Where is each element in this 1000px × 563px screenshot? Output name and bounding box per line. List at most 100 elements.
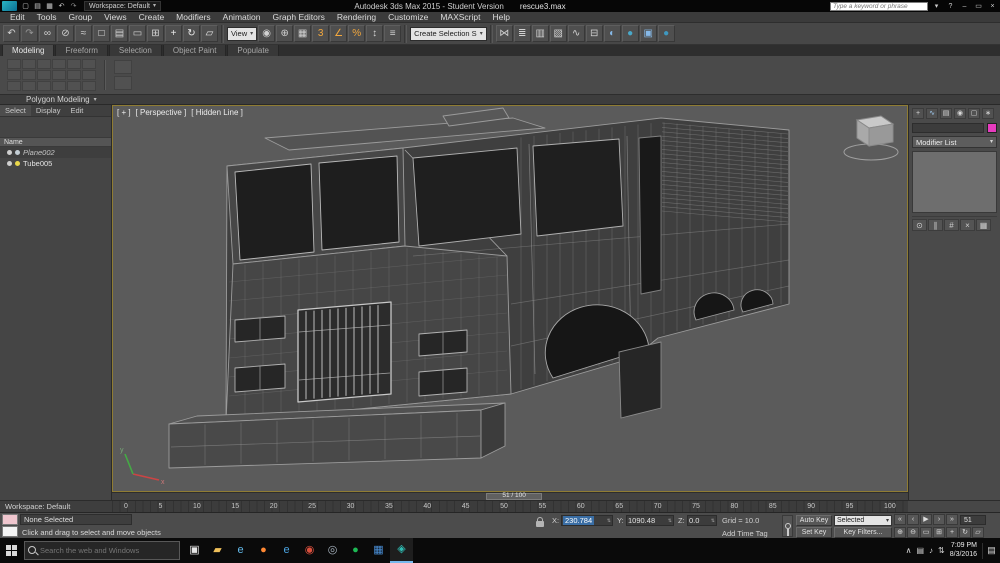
3ds-max-taskbar-icon[interactable]: ◈ — [390, 538, 413, 563]
object-color-swatch[interactable] — [987, 123, 997, 133]
bind-to-space-warp-icon[interactable]: ≈ — [75, 25, 92, 42]
configure-modifier-sets-button[interactable]: ▦ — [976, 219, 991, 231]
visibility-icon[interactable] — [7, 161, 12, 166]
menu-item[interactable]: Tools — [31, 12, 63, 22]
perspective-viewport[interactable]: x y [ + ] [ Perspective ] [ Hidden Line … — [112, 105, 908, 492]
minimize-icon[interactable]: – — [959, 1, 970, 11]
material-editor-icon[interactable]: ◐ — [604, 25, 621, 42]
menu-item[interactable]: Rendering — [331, 12, 382, 22]
next-frame-button[interactable]: › — [933, 514, 945, 525]
schematic-view-icon[interactable]: ⊟ — [586, 25, 603, 42]
viewport-general-menu[interactable]: [ + ] — [117, 108, 131, 117]
redo-icon[interactable]: ↷ — [21, 25, 38, 42]
render-production-icon[interactable]: ● — [658, 25, 675, 42]
zoom-region-button[interactable]: ⊞ — [933, 527, 945, 538]
z-coordinate-field[interactable]: 0.0 ⇅ — [687, 515, 717, 526]
modify-tab-icon[interactable]: ∿ — [926, 108, 938, 119]
edit-named-selection-sets-icon[interactable]: ≡ — [384, 25, 401, 42]
percent-snap-icon[interactable]: % — [348, 25, 365, 42]
align-icon[interactable]: ≣ — [514, 25, 531, 42]
file-explorer-icon[interactable]: ▰ — [206, 538, 229, 563]
menu-item[interactable]: Group — [63, 12, 99, 22]
rectangular-selection-region-icon[interactable]: ▭ — [129, 25, 146, 42]
workspace-status-label[interactable]: Workspace: Default — [0, 500, 112, 512]
hierarchy-tab-icon[interactable]: ▤ — [940, 108, 952, 119]
keyboard-shortcut-override-icon[interactable]: ▦ — [294, 25, 311, 42]
spotify-icon[interactable]: ● — [344, 538, 367, 563]
taskbar-search-box[interactable] — [24, 541, 180, 560]
select-object-icon[interactable]: □ — [93, 25, 110, 42]
remove-modifier-button[interactable]: × — [960, 219, 975, 231]
current-frame-field[interactable]: 51 — [960, 515, 986, 525]
select-and-rotate-icon[interactable]: ↻ — [183, 25, 200, 42]
spinner-snap-icon[interactable]: ↕ — [366, 25, 383, 42]
scene-object-tube005[interactable]: Tube005 — [0, 158, 111, 169]
onedrive-tray-icon[interactable]: ▤ — [916, 546, 924, 555]
select-and-manipulate-icon[interactable]: ⊕ — [276, 25, 293, 42]
curve-editor-icon[interactable]: ∿ — [568, 25, 585, 42]
viewport-canvas[interactable]: x y — [113, 106, 907, 491]
spinner-icon[interactable]: ⇅ — [668, 518, 672, 524]
task-view-icon[interactable]: ▣ — [183, 538, 206, 563]
explorer-tab-display[interactable]: Display — [31, 105, 66, 116]
undo-quick-icon[interactable]: ↶ — [56, 1, 67, 11]
ribbon-tab-object-paint[interactable]: Object Paint — [163, 44, 227, 56]
menu-item[interactable]: MAXScript — [434, 12, 486, 22]
modifier-stack-list[interactable] — [912, 151, 997, 213]
select-and-move-icon[interactable]: + — [165, 25, 182, 42]
menu-item[interactable]: Views — [98, 12, 133, 22]
mirror-icon[interactable]: ⋈ — [496, 25, 513, 42]
menu-item[interactable]: Animation — [217, 12, 267, 22]
add-time-tag-button[interactable]: Add Time Tag — [722, 529, 768, 538]
menu-item[interactable]: Create — [133, 12, 171, 22]
sign-in-icon[interactable]: ▾ — [931, 1, 942, 11]
polygon-modeling-panel-header[interactable]: Polygon Modeling ▾ — [0, 94, 1000, 105]
hidden-icons-chevron[interactable]: ∧ — [906, 546, 912, 555]
y-coordinate-field[interactable]: 1090.48 ⇅ — [626, 515, 674, 526]
redo-quick-icon[interactable]: ↷ — [68, 1, 79, 11]
previous-frame-button[interactable]: ‹ — [907, 514, 919, 525]
open-file-icon[interactable]: ▤ — [32, 1, 43, 11]
utilities-tab-icon[interactable]: ∗ — [982, 108, 994, 119]
show-end-result-button[interactable]: ∥ — [928, 219, 943, 231]
render-setup-icon[interactable]: ● — [622, 25, 639, 42]
display-tab-icon[interactable]: ▢ — [968, 108, 980, 119]
workspace-dropdown[interactable]: Workspace: Default ▾ — [84, 1, 161, 11]
menu-item[interactable]: Customize — [382, 12, 434, 22]
x-coordinate-field[interactable]: 230.784 ⇅ — [561, 515, 613, 526]
layer-manager-icon[interactable]: ▥ — [532, 25, 549, 42]
motion-tab-icon[interactable]: ◉ — [954, 108, 966, 119]
help-search-input[interactable] — [830, 2, 928, 11]
viewport-pov-menu[interactable]: [ Perspective ] — [136, 108, 187, 117]
spinner-icon[interactable]: ⇅ — [711, 518, 715, 524]
selection-lock-toggle[interactable] — [536, 517, 548, 535]
taskbar-search-input[interactable] — [40, 546, 176, 555]
visibility-icon[interactable] — [7, 150, 12, 155]
zoom-button[interactable]: ⊕ — [894, 527, 906, 538]
maxscript-mini-listener[interactable] — [2, 526, 18, 537]
unlink-selection-icon[interactable]: ⊘ — [57, 25, 74, 42]
spinner-icon[interactable]: ⇅ — [607, 518, 611, 524]
zoom-all-button[interactable]: ⊖ — [907, 527, 919, 538]
play-button[interactable]: ▶ — [920, 514, 932, 525]
viewport-shading-menu[interactable]: [ Hidden Line ] — [191, 108, 243, 117]
select-and-link-icon[interactable]: ∞ — [39, 25, 56, 42]
start-button[interactable] — [0, 538, 22, 563]
close-icon[interactable]: × — [987, 1, 998, 11]
steam-icon[interactable]: ◎ — [321, 538, 344, 563]
graphite-ribbon-toggle-icon[interactable]: ▧ — [550, 25, 567, 42]
angle-snap-icon[interactable]: ∠ — [330, 25, 347, 42]
window-crossing-icon[interactable]: ⊞ — [147, 25, 164, 42]
new-scene-icon[interactable]: ▢ — [20, 1, 31, 11]
time-slider-track[interactable]: 51 / 100 — [112, 492, 908, 500]
set-key-button[interactable]: Set Key — [796, 527, 832, 538]
named-selection-dropdown[interactable]: Create Selection S▾ — [410, 27, 487, 41]
volume-icon[interactable]: ♪ — [929, 546, 933, 555]
use-pivot-point-icon[interactable]: ◉ — [258, 25, 275, 42]
ribbon-tab-modeling[interactable]: Modeling — [2, 44, 54, 56]
chrome-icon[interactable]: ◉ — [298, 538, 321, 563]
internet-explorer-icon[interactable]: e — [275, 538, 298, 563]
pan-button[interactable]: + — [946, 527, 958, 538]
maximize-icon[interactable]: ▭ — [973, 1, 984, 11]
action-center-icon[interactable]: ▤ — [982, 543, 997, 559]
